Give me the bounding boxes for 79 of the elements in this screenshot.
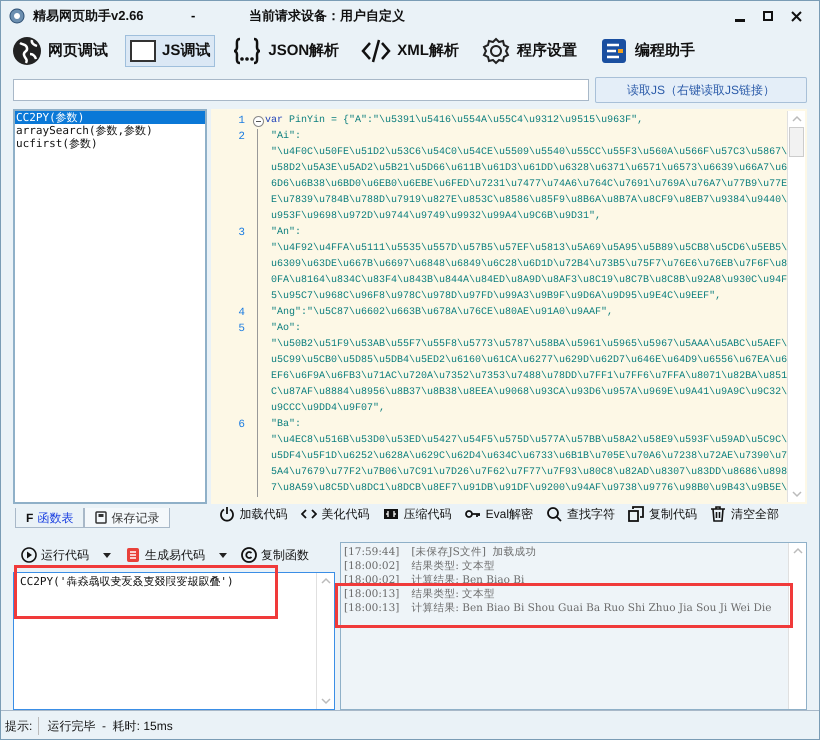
toolbar-tab[interactable]: JSON解析: [227, 35, 344, 67]
function-item[interactable]: ucfirst(参数): [15, 137, 205, 150]
device-label: 当前请求设备：用户自定义: [249, 7, 405, 26]
log-message: 计算结果: Ben Biao Bi Shou Guai Ba Ruo Shi Zhuo Jia Sou Ji Wei Die: [411, 601, 772, 615]
toolbar-tab[interactable]: JS调试: [125, 35, 216, 67]
panel-tab[interactable]: F 函数表: [15, 508, 84, 528]
code-text: "\u4F0C\u50FE\u51D2\u53C6\u54C0\u54CE\u5509\u5540\u55CC\u55F3\u560A\u566F\u57C3\u5867\u58D2\u5A3E\u5AD2\u5B21\u5D66\u611B\u61D3\u61DD\u6328\u6371\u6571\u6573\u6639\u66A7\u66D6\u6B38\u6BD0\u6EB0\u6EBE\u6FED\u7231\u7477\u74A6\u764C\u7691\u769A\u76A7\u77B9\u77EE\u7839\u784B\u788D\u7919\u827E\u853C\u8586\u85F9\u8B6A\u8B7A\u8CF9\u8EB7\u9384\u9440\u953F\u9698\u972D\u9744\u9749\u9932\u99A4\u9C6B\u9D31",: [271, 146, 788, 224]
code-text: "\u4EC8\u516B\u53D0\u53ED\u5427\u54F5\u575D\u577A\u57BB\u58A2\u58E9\u593F\u59AD\u5C9C\u5DF4\u5F1D\u6252\u628A\u629C\u62D4\u634C\u6733\u6B1B\u705E\u70A6\u7238\u72AE\u7390\u75A4\u7679\u77F2\u7B06\u7C91\u7D26\u7F62\u7F77\u7F93\u80C8\u82AD\u8307\u83DD\u8686\u8987\u8A59\u8C5D\u8DC1\u8DCB\u8EF7\u91DB\u91DF\u9200\u94AF\u9738\u9776\u98B0\u9B43\u9B5E\: [271, 434, 788, 496]
compress-icon: [382, 506, 399, 522]
letter-icon: F: [26, 508, 34, 526]
url-field[interactable]: [13, 79, 589, 101]
code-text: "\u4F92\u4FFA\u5111\u5535\u557D\u57B5\u57EF\u5813\u5A69\u5A95\u5B89\u5CB8\u5CD6\u5EB5\u6309\u63DE\u667B\u6697\u6848\u6849\u6C28\u6D1D\u72B4\u73B5\u75F7\u76E6\u76EB\u7F6F\u80FA\u8164\u834C\u83F4\u843B\u844A\u84ED\u8A9D\u8AF3\u8C19\u8C7B\u8C8B\u92A8\u930C\u94F5\u95C7\u968C\u96F8\u978C\u978D\u97FD\u99A3\u9B9F\u9D6A\u9D95\u9E4C\u9EEF",: [271, 242, 788, 304]
log-time: [18:00:02]: [344, 559, 400, 573]
title-separator: -: [191, 7, 196, 26]
status-label: 提示:: [5, 716, 40, 734]
run-button[interactable]: 复制函数: [241, 546, 309, 564]
app-icon: [9, 8, 25, 24]
power-icon: [218, 506, 235, 522]
log-time: [17:59:44]: [344, 545, 400, 559]
script-input-field[interactable]: CC2PY('犇猋骉収叏叐叒叓叕叚叜叝叞叠'): [13, 572, 335, 710]
toolbar-button[interactable]: 清空全部: [710, 505, 779, 523]
line-number: 3: [237, 226, 246, 241]
gear-icon: [480, 36, 511, 66]
toolbar-button[interactable]: 复制代码: [628, 505, 697, 523]
line-number: 2: [237, 130, 246, 145]
copy-icon: [628, 506, 644, 522]
status-message: 运行完毕 - 耗时: 15ms: [47, 718, 173, 734]
code-text: "Ba":: [271, 418, 302, 432]
easy-icon: [125, 547, 141, 563]
line-number: 6: [237, 418, 246, 433]
window-title: 精易网页助手v2.66: [33, 7, 145, 26]
function-item[interactable]: CC2PY(参数): [15, 111, 205, 124]
search-icon: [546, 506, 562, 522]
log-time: [18:00:13]: [344, 601, 400, 615]
load-js-button[interactable]: 读取JS（右键读取JS链接）: [595, 77, 807, 103]
close-icon: [791, 10, 802, 22]
code-text: "Ao":: [271, 322, 302, 336]
scrollbar-thumb[interactable]: [789, 127, 804, 157]
maximize-button[interactable]: [763, 10, 775, 22]
code-text: PinYin = {"A":"\u5391\u5416\u554A\u55C4\u9312\u9515\u963F",: [289, 114, 644, 128]
maximize-icon: [763, 11, 773, 21]
log-time: [18:00:13]: [344, 587, 400, 601]
code-text: "\u50B2\u51F9\u53AB\u55F7\u55F8\u5773\u5787\u58BA\u5961\u5965\u5967\u5AAA\u5ABC\u5AEF\u5C99\u5CB0\u5D85\u5DB4\u5ED2\u6160\u61CA\u6277\u629D\u62D7\u646E\u64D9\u6556\u67EA\u6EF6\u6F9A\u6FB3\u71AC\u720A\u7352\u7353\u7488\u78DD\u7FF1\u7FF6\u7FFA\u8071\u82BA\u851C\u87AF\u8884\u8956\u8B37\u8B38\u8EEA\u9068\u93CA\u93D6\u957A\u969E\u9A41\u9A9C\u9C32\u9CCC\u9DD4\u9F07",: [271, 338, 788, 416]
run-button[interactable]: 运行代码: [21, 546, 89, 564]
trash-icon: [710, 506, 726, 522]
caret-icon: [219, 552, 227, 558]
code-text: "Ang":"\u5C87\u6602\u663B\u678A\u76CE\u80AE\u91A0\u9AAF",: [271, 306, 614, 320]
line-number: 1: [237, 114, 246, 129]
braces-icon: [232, 36, 262, 66]
toolbar-tab[interactable]: 编程助手: [594, 35, 700, 67]
toolbar-button[interactable]: 美化代码: [300, 505, 370, 523]
line-number: 5: [237, 322, 246, 337]
toolbar-tab[interactable]: 程序设置: [476, 35, 582, 67]
panel-tab[interactable]: 保存记录: [84, 508, 170, 528]
close-button[interactable]: [791, 10, 803, 22]
log-time: [18:00:02]: [344, 573, 400, 587]
globe-icon: [12, 36, 42, 66]
function-item[interactable]: arraySearch(参数,参数): [15, 124, 205, 137]
play-icon: [21, 547, 37, 563]
code-keyword: var: [265, 114, 284, 128]
dropdown-button[interactable]: [103, 552, 111, 558]
toolbar-tab[interactable]: 网页调试: [7, 35, 113, 67]
code-text: "An":: [271, 226, 302, 240]
toolbar-button[interactable]: 压缩代码: [382, 505, 452, 523]
run-button[interactable]: 生成易代码: [125, 546, 205, 564]
toolbar-button[interactable]: 查找字符: [546, 505, 615, 523]
toolbar-button[interactable]: Eval解密: [464, 505, 533, 523]
copyright-icon: [241, 547, 257, 563]
caret-icon: [103, 552, 111, 558]
toolbar-button[interactable]: 加载代码: [218, 505, 288, 523]
log-message: [未保存JS文件] 加载成功: [411, 545, 537, 559]
dropdown-button[interactable]: [219, 552, 227, 558]
log-message: 结果类型: 文本型: [411, 587, 496, 601]
code-text: "Ai":: [271, 130, 302, 144]
toolbar-tab[interactable]: XML解析: [356, 35, 464, 67]
line-number: 4: [237, 306, 246, 321]
minimize-icon: [735, 19, 745, 22]
log-message: 结果类型: 文本型: [411, 559, 496, 573]
collapse-icon: [252, 116, 264, 127]
